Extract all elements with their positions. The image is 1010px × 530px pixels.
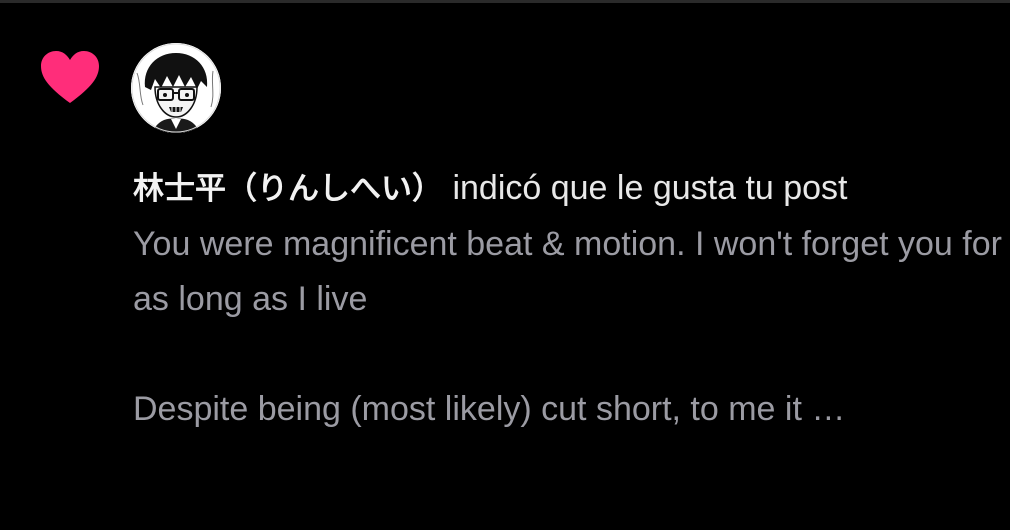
notification-content: 林士平（りんしへい） indicó que le gusta tu post Y… [133,161,1003,437]
username-link[interactable]: 林士平（りんしへい） [133,171,443,207]
avatar-image [131,43,221,133]
comment-spacer [133,327,1003,382]
notification-headline: 林士平（りんしへい） indicó que le gusta tu post [133,161,1003,217]
heart-icon [41,51,99,103]
comment-line-1: You were magnificent beat & motion. I wo… [133,225,1002,318]
avatar[interactable] [131,43,221,133]
action-text: indicó que le gusta tu post [452,169,848,207]
comment-line-2: Despite being (most likely) cut short, t… [133,390,846,428]
like-notification[interactable]: 林士平（りんしへい） indicó que le gusta tu post Y… [0,3,1010,530]
